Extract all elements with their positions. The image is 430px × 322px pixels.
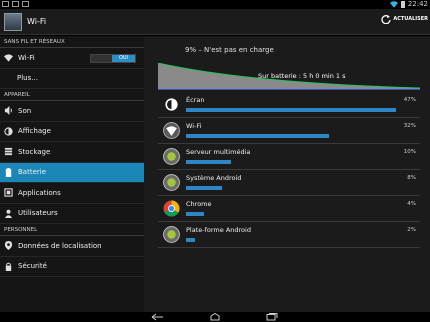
sidebar-item-security[interactable]: Sécurité — [0, 257, 144, 277]
usage-bar — [186, 238, 195, 242]
list-item[interactable]: Système Android 8% — [158, 170, 420, 196]
usage-bar — [186, 160, 231, 164]
sidebar-item-label: Affichage — [18, 127, 51, 136]
clock: 22:42 — [407, 0, 428, 8]
list-item[interactable]: Chrome 4% — [158, 196, 420, 222]
sidebar-item-users[interactable]: Utilisateurs — [0, 204, 144, 224]
action-bar: Wi-Fi ACTUALISER — [0, 9, 430, 35]
battery-detail-pane: 9% – N'est pas en charge Sur batterie : … — [144, 36, 430, 312]
sidebar-item-sound[interactable]: Son — [0, 101, 144, 122]
image-notification-icon — [12, 1, 19, 7]
battery-duration-label: Sur batterie : 5 h 0 min 1 s — [258, 72, 346, 80]
usage-bar — [186, 186, 222, 190]
refresh-label: ACTUALISER — [393, 16, 428, 22]
sidebar-item-apps[interactable]: Applications — [0, 183, 144, 204]
sidebar-item-label: Batterie — [18, 168, 47, 177]
section-header-device: APPAREIL — [0, 89, 144, 101]
wifi-icon — [4, 53, 13, 62]
home-icon[interactable] — [208, 313, 222, 321]
chrome-icon — [163, 200, 180, 217]
recent-apps-icon[interactable] — [265, 313, 279, 321]
usage-name: Chrome — [186, 200, 212, 208]
back-icon[interactable] — [151, 313, 165, 321]
android-icon — [163, 174, 180, 191]
sidebar-item-more[interactable]: Plus... — [0, 69, 144, 89]
sidebar-item-label: Son — [18, 106, 32, 115]
android-icon — [163, 226, 180, 243]
usage-percent: 32% — [403, 123, 416, 129]
sidebar-item-label: Wi-Fi — [18, 53, 35, 62]
list-item[interactable]: Serveur multimédia 10% — [158, 144, 420, 170]
battery-icon — [4, 167, 13, 177]
list-item[interactable]: Wi-Fi 32% — [158, 118, 420, 144]
usage-name: Écran — [186, 96, 205, 104]
section-header-wireless: SANS FIL ET RÉSEAUX — [0, 36, 144, 48]
sidebar-item-label: Plus... — [17, 74, 38, 83]
sidebar-item-label: Applications — [18, 188, 61, 197]
storage-icon — [4, 147, 13, 156]
sidebar-item-label: Utilisateurs — [18, 209, 58, 218]
sidebar-item-label: Sécurité — [18, 262, 47, 271]
sidebar-item-location[interactable]: Données de localisation — [0, 236, 144, 257]
usage-bar — [186, 212, 204, 216]
battery-status-text: 9% – N'est pas en charge — [185, 46, 274, 54]
battery-history-graph[interactable]: Sur batterie : 5 h 0 min 1 s — [157, 62, 421, 90]
sidebar-item-battery[interactable]: Batterie — [0, 162, 144, 183]
usage-name: Serveur multimédia — [186, 148, 251, 156]
usage-percent: 2% — [407, 227, 416, 233]
location-icon — [4, 241, 13, 251]
speaker-icon — [4, 106, 13, 116]
usage-percent: 47% — [403, 97, 416, 103]
page-title: Wi-Fi — [27, 17, 47, 26]
usage-percent: 8% — [407, 175, 416, 181]
battery-usage-list: Écran 47% Wi-Fi 32% Serveur multimédia 1… — [158, 92, 420, 248]
usage-bar — [186, 108, 396, 112]
notification-icons — [2, 1, 29, 7]
wifi-toggle[interactable]: OUI — [90, 54, 136, 63]
image-notification-icon — [22, 1, 29, 7]
users-icon — [4, 209, 13, 218]
sidebar-item-wifi[interactable]: Wi-Fi OUI — [0, 48, 144, 69]
usage-percent: 4% — [407, 201, 416, 207]
status-bar: 22:42 — [0, 0, 430, 9]
apps-icon — [4, 188, 13, 197]
android-icon — [163, 148, 180, 165]
usage-name: Plate-forme Android — [186, 226, 251, 234]
battery-status-icon — [400, 0, 405, 8]
section-header-personal: PERSONNEL — [0, 224, 144, 236]
sidebar-item-label: Stockage — [18, 147, 51, 156]
refresh-button[interactable]: ACTUALISER — [381, 14, 428, 24]
sidebar-item-storage[interactable]: Stockage — [0, 142, 144, 163]
wifi-signal-icon — [389, 0, 398, 8]
sidebar-item-label: Données de localisation — [18, 241, 102, 250]
list-item[interactable]: Écran 47% — [158, 92, 420, 118]
sidebar-item-display[interactable]: Affichage — [0, 122, 144, 142]
usage-name: Wi-Fi — [186, 122, 202, 130]
usage-name: Système Android — [186, 174, 242, 182]
lock-icon — [4, 262, 13, 271]
brightness-icon — [4, 127, 13, 136]
list-item[interactable]: Plate-forme Android 2% — [158, 222, 420, 248]
brightness-icon — [165, 98, 178, 111]
settings-sidebar: SANS FIL ET RÉSEAUX Wi-Fi OUI Plus... AP… — [0, 36, 144, 312]
usage-bar — [186, 134, 329, 138]
navigation-bar — [0, 312, 430, 322]
screenshot-notification-icon — [2, 1, 9, 7]
settings-app-icon[interactable] — [4, 13, 22, 31]
refresh-icon — [381, 15, 392, 24]
toggle-on-label: OUI — [112, 55, 135, 62]
usage-percent: 10% — [403, 149, 416, 155]
wifi-icon — [163, 122, 180, 139]
